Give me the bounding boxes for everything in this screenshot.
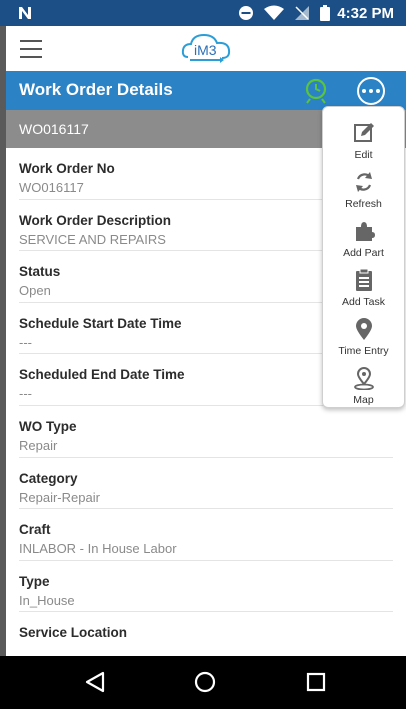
clipboard-icon xyxy=(356,268,372,291)
svg-text:iM3: iM3 xyxy=(194,42,217,58)
android-nav-bar xyxy=(0,656,406,709)
hamburger-menu-icon[interactable] xyxy=(20,40,42,58)
title-bar: Work Order Details xyxy=(6,71,406,110)
field-label: Work Order Description xyxy=(19,212,172,228)
field-service-location: Service Location xyxy=(19,612,393,656)
field-label: Scheduled End Date Time xyxy=(19,367,185,383)
menu-item-map[interactable]: Map xyxy=(323,366,404,415)
signal-off-icon xyxy=(295,6,309,20)
menu-item-label: Refresh xyxy=(345,198,382,210)
do-not-disturb-icon xyxy=(239,6,253,20)
field-label: WO Type xyxy=(19,418,77,434)
home-icon[interactable] xyxy=(193,670,217,694)
status-time: 4:32 PM xyxy=(337,5,394,22)
menu-item-edit[interactable]: Edit xyxy=(323,121,404,170)
map-pin-icon xyxy=(354,367,374,390)
field-label: Category xyxy=(19,470,78,486)
menu-item-add-part[interactable]: Add Part xyxy=(323,219,404,268)
battery-icon xyxy=(320,5,330,21)
menu-item-refresh[interactable]: Refresh xyxy=(323,170,404,219)
menu-item-label: Time Entry xyxy=(338,345,389,357)
menu-item-label: Map xyxy=(353,394,374,406)
menu-item-time-entry[interactable]: Time Entry xyxy=(323,317,404,366)
clock-timer-icon[interactable] xyxy=(304,76,330,104)
field-value: Repair xyxy=(19,437,58,453)
recent-apps-icon[interactable] xyxy=(304,670,328,694)
field-label: Service Location xyxy=(19,625,128,641)
field-craft: Craft INLABOR - In House Labor xyxy=(19,509,393,561)
work-order-header-id: WO016117 xyxy=(19,121,89,137)
field-value: In_House xyxy=(19,592,75,608)
field-type: Type In_House xyxy=(19,561,393,613)
field-value: --- xyxy=(19,386,32,402)
field-value: --- xyxy=(19,334,32,350)
field-label: Schedule Start Date Time xyxy=(19,315,182,331)
refresh-icon xyxy=(356,172,372,192)
edit-icon xyxy=(354,123,374,142)
puzzle-icon xyxy=(356,222,375,241)
field-value: Repair-Repair xyxy=(19,489,100,505)
menu-item-add-task[interactable]: Add Task xyxy=(323,268,404,317)
more-options-button[interactable] xyxy=(357,77,385,105)
field-label: Type xyxy=(19,573,50,589)
field-value: WO016117 xyxy=(19,180,84,195)
actions-popup-menu: Edit Refresh Add Part Add Task Time Entr… xyxy=(322,106,405,408)
status-bar: 4:32 PM xyxy=(0,0,406,26)
field-label: Craft xyxy=(19,522,51,538)
menu-item-label: Add Part xyxy=(343,247,384,259)
im3-logo: iM3 xyxy=(181,33,231,63)
menu-item-label: Edit xyxy=(354,149,373,161)
notification-n-icon xyxy=(19,7,31,19)
wifi-icon xyxy=(264,5,284,20)
back-icon[interactable] xyxy=(83,670,107,694)
app-top-bar: iM3 xyxy=(6,26,406,71)
field-value: Open xyxy=(19,283,51,299)
field-label: Work Order No xyxy=(19,161,115,176)
page-title: Work Order Details xyxy=(19,80,173,99)
phone-screen: 4:32 PM iM3 Work Order Details WO016117 … xyxy=(0,0,406,709)
field-value: INLABOR - In House Labor xyxy=(19,541,177,557)
menu-item-label: Add Task xyxy=(342,296,385,308)
field-label: Status xyxy=(19,264,61,280)
field-value: SERVICE AND REPAIRS xyxy=(19,231,166,247)
location-pin-icon xyxy=(356,318,372,340)
field-category: Category Repair-Repair xyxy=(19,458,393,510)
